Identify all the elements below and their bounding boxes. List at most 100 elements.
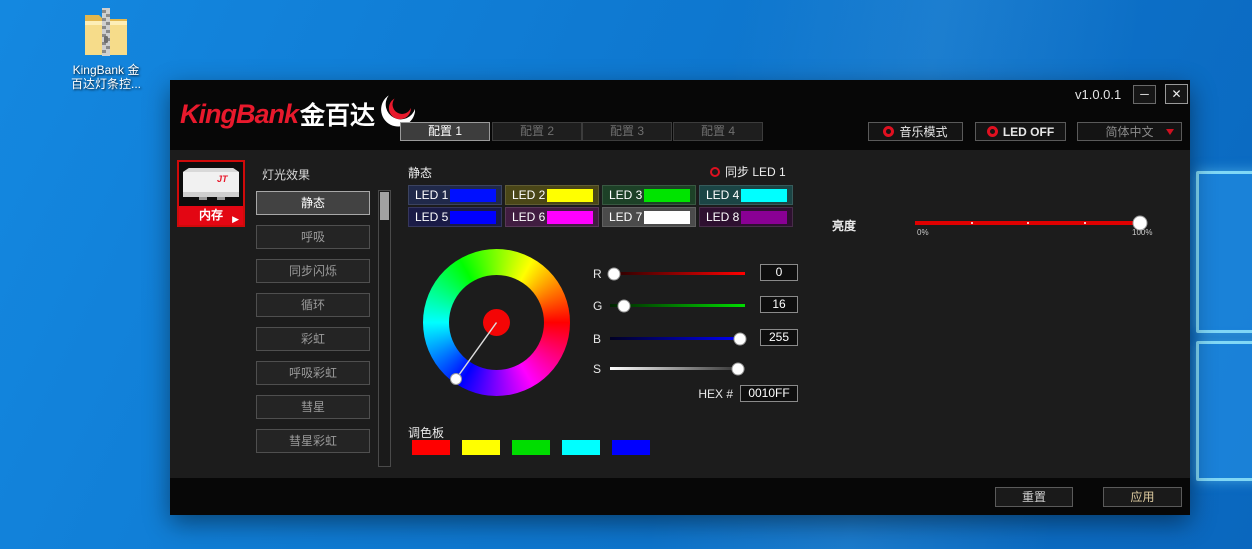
effect-button-comet-rainbow[interactable]: 彗星彩虹	[256, 429, 370, 453]
sync-led1-label: 同步 LED 1	[725, 163, 786, 180]
svg-text:JT: JT	[217, 174, 229, 184]
brightness-tick-25	[971, 222, 973, 224]
led-2-label: LED 2	[512, 188, 545, 202]
effect-button-cycle[interactable]: 循环	[256, 293, 370, 317]
slider-b-label: B	[593, 332, 601, 346]
led-off-button[interactable]: LED OFF	[975, 122, 1066, 141]
language-label: 简体中文	[1105, 123, 1153, 140]
led-5-color-swatch	[450, 211, 496, 224]
slider-s-track[interactable]	[610, 367, 745, 370]
ram-module-image: JT	[179, 162, 243, 206]
led-8-color-swatch	[741, 211, 787, 224]
brightness-min-label: 0%	[917, 228, 929, 237]
led-2-color-swatch	[547, 189, 593, 202]
led-5-cell[interactable]: LED 5	[408, 207, 502, 227]
app-window: v1.0.0.1 ─ ✕ KingBank 金百达 配置 1 配置 2 配置 3…	[170, 80, 1190, 515]
zip-folder-icon	[83, 6, 129, 58]
slider-g-track[interactable]	[610, 304, 745, 307]
effects-scrollbar-thumb[interactable]	[380, 192, 389, 220]
music-mode-label: 音乐模式	[899, 123, 947, 140]
led-1-color-swatch	[450, 189, 496, 202]
palette-swatch-yellow[interactable]	[462, 440, 500, 455]
slider-g-value[interactable]: 16	[760, 296, 798, 313]
palette-title: 调色板	[408, 424, 444, 441]
hex-label: HEX #	[660, 387, 733, 401]
slider-r-label: R	[593, 267, 602, 281]
brightness-tick-75	[1084, 222, 1086, 224]
slider-s-handle[interactable]	[732, 362, 745, 375]
effect-button-rainbow[interactable]: 彩虹	[256, 327, 370, 351]
slider-g-label: G	[593, 299, 602, 313]
music-mode-button[interactable]: 音乐模式	[868, 122, 963, 141]
music-mode-icon	[883, 126, 894, 137]
device-expand-arrow-icon: ▶	[232, 210, 239, 229]
desktop-shortcut-kingbank[interactable]: KingBank 金 百达灯条控...	[60, 6, 152, 91]
led-4-cell[interactable]: LED 4	[699, 185, 793, 205]
apply-button[interactable]: 应用	[1103, 487, 1182, 507]
led-6-cell[interactable]: LED 6	[505, 207, 599, 227]
sync-indicator-icon	[710, 167, 720, 177]
slider-r-track[interactable]	[610, 272, 745, 275]
current-mode-label: 静态	[408, 164, 432, 181]
palette-swatch-cyan[interactable]	[562, 440, 600, 455]
led-3-label: LED 3	[609, 188, 642, 202]
led-3-color-swatch	[644, 189, 690, 202]
led-4-label: LED 4	[706, 188, 739, 202]
palette-swatch-red[interactable]	[412, 440, 450, 455]
sync-led1-toggle[interactable]: 同步 LED 1	[710, 163, 786, 180]
brightness-max-label: 100%	[1132, 228, 1152, 237]
brand-chinese-wordmark: 金百达	[300, 96, 375, 132]
desktop-shortcut-label-line1: KingBank 金	[60, 63, 152, 77]
tab-config-3[interactable]: 配置 3	[582, 122, 672, 141]
led-8-cell[interactable]: LED 8	[699, 207, 793, 227]
led-4-color-swatch	[741, 189, 787, 202]
color-wheel-handle[interactable]	[451, 374, 462, 385]
led-off-label: LED OFF	[1003, 125, 1054, 139]
tab-config-1[interactable]: 配置 1	[400, 122, 490, 141]
language-dropdown[interactable]: 简体中文	[1077, 122, 1182, 141]
tab-config-2[interactable]: 配置 2	[492, 122, 582, 141]
palette-swatch-green[interactable]	[512, 440, 550, 455]
slider-b-track[interactable]	[610, 337, 745, 340]
effect-button-breathing-rainbow[interactable]: 呼吸彩虹	[256, 361, 370, 385]
slider-r-handle[interactable]	[608, 267, 621, 280]
led-1-cell[interactable]: LED 1	[408, 185, 502, 205]
led-2-cell[interactable]: LED 2	[505, 185, 599, 205]
device-label-bar: 内存 ▶	[179, 206, 243, 225]
effect-button-comet[interactable]: 彗星	[256, 395, 370, 419]
brightness-slider-track[interactable]	[915, 221, 1140, 225]
device-label: 内存	[199, 208, 223, 222]
effect-button-sync-flash[interactable]: 同步闪烁	[256, 259, 370, 283]
led-7-color-swatch	[644, 211, 690, 224]
slider-s-label: S	[593, 362, 601, 376]
wallpaper-window-pane-top	[1196, 171, 1252, 333]
desktop-wallpaper: KingBank 金 百达灯条控... v1.0.0.1 ─ ✕ KingBan…	[0, 0, 1252, 549]
minimize-button[interactable]: ─	[1133, 85, 1156, 104]
reset-button[interactable]: 重置	[995, 487, 1073, 507]
led-7-cell[interactable]: LED 7	[602, 207, 696, 227]
color-wheel[interactable]	[423, 249, 570, 396]
led-5-label: LED 5	[415, 210, 448, 224]
brightness-label: 亮度	[832, 217, 856, 234]
hex-input[interactable]: 0010FF	[740, 385, 798, 402]
brightness-tick-50	[1027, 222, 1029, 224]
desktop-shortcut-label-line2: 百达灯条控...	[60, 77, 152, 91]
slider-r-value[interactable]: 0	[760, 264, 798, 281]
led-3-cell[interactable]: LED 3	[602, 185, 696, 205]
effects-scrollbar[interactable]	[378, 190, 391, 467]
app-logo: KingBank 金百达	[180, 96, 415, 132]
led-grid: LED 1 LED 2 LED 3 LED 4 LED 5 LED 6 LED …	[408, 185, 793, 227]
device-memory-card[interactable]: JT 内存 ▶	[177, 160, 245, 227]
tab-config-4[interactable]: 配置 4	[673, 122, 763, 141]
palette-swatch-blue[interactable]	[612, 440, 650, 455]
close-button[interactable]: ✕	[1165, 84, 1188, 104]
slider-b-value[interactable]: 255	[760, 329, 798, 346]
led-6-color-swatch	[547, 211, 593, 224]
slider-g-handle[interactable]	[617, 299, 630, 312]
slider-b-handle[interactable]	[733, 332, 746, 345]
led-6-label: LED 6	[512, 210, 545, 224]
color-wheel-indicator	[423, 249, 570, 396]
effect-button-breathing[interactable]: 呼吸	[256, 225, 370, 249]
effect-button-static[interactable]: 静态	[256, 191, 370, 215]
effects-title: 灯光效果	[262, 166, 310, 183]
